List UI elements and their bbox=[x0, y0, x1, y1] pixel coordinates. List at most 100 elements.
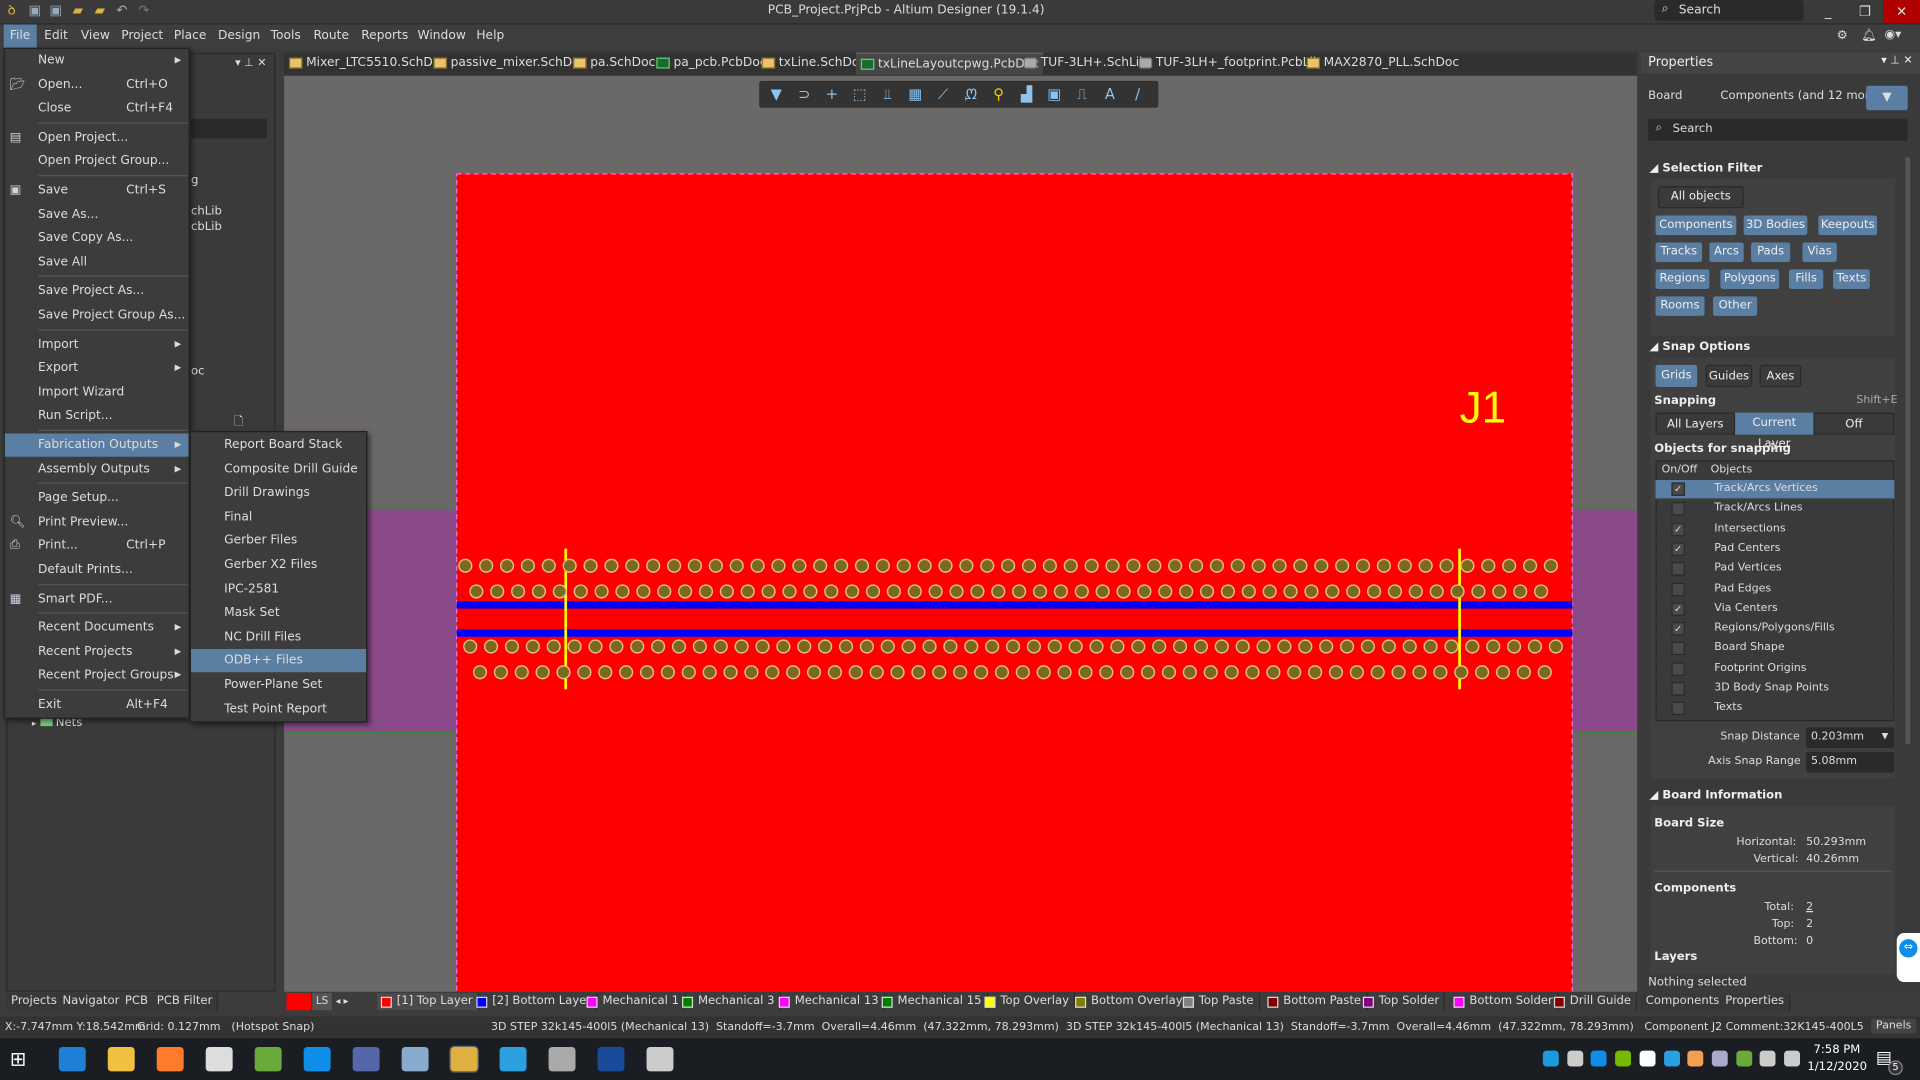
pad[interactable] bbox=[660, 665, 676, 680]
pad[interactable] bbox=[678, 584, 693, 599]
tab-projects[interactable]: Projects bbox=[6, 993, 64, 1012]
pad[interactable] bbox=[765, 665, 780, 680]
pad[interactable] bbox=[865, 584, 881, 599]
snap-object-row[interactable]: Pad Vertices bbox=[1655, 560, 1895, 580]
pad[interactable] bbox=[782, 584, 797, 599]
layer-tab[interactable]: Mechanical 3 bbox=[678, 993, 781, 1011]
nvidia-icon[interactable] bbox=[1615, 1050, 1632, 1067]
edge-icon[interactable] bbox=[58, 1046, 86, 1072]
pad[interactable] bbox=[1444, 639, 1459, 654]
pad[interactable] bbox=[577, 665, 592, 680]
filter-chip-vias[interactable]: Vias bbox=[1802, 242, 1837, 263]
pad[interactable] bbox=[1251, 558, 1266, 573]
tab-navigator[interactable]: Navigator bbox=[57, 993, 126, 1012]
teamviewer-icon[interactable] bbox=[303, 1046, 331, 1072]
selection-filter-title[interactable]: ◢ Selection Filter bbox=[1649, 162, 1762, 175]
layer-tab[interactable]: Top Overlay bbox=[981, 993, 1076, 1011]
layer-tab[interactable]: Drill Guide bbox=[1550, 993, 1638, 1011]
telegram-icon[interactable] bbox=[499, 1046, 527, 1072]
pad[interactable] bbox=[594, 584, 609, 599]
file-menu-item[interactable]: Default Prints... bbox=[5, 558, 189, 581]
pad[interactable] bbox=[1266, 665, 1281, 680]
pad[interactable] bbox=[1140, 665, 1156, 680]
pad[interactable] bbox=[985, 639, 1000, 654]
pad[interactable] bbox=[619, 665, 634, 680]
snap-object-row[interactable]: ✓ Intersections bbox=[1655, 520, 1895, 540]
pad[interactable] bbox=[1387, 584, 1403, 599]
pad[interactable] bbox=[1015, 665, 1030, 680]
pad[interactable] bbox=[1012, 584, 1027, 599]
snap-checkbox[interactable] bbox=[1671, 662, 1685, 676]
pad[interactable] bbox=[1084, 558, 1099, 573]
pad[interactable] bbox=[499, 558, 515, 573]
pad[interactable] bbox=[886, 584, 901, 599]
snap-object-row[interactable]: Texts bbox=[1655, 700, 1895, 720]
pad[interactable] bbox=[1203, 665, 1218, 680]
pad[interactable] bbox=[651, 639, 666, 654]
utorrent-icon[interactable] bbox=[254, 1046, 282, 1072]
pad[interactable] bbox=[1172, 639, 1188, 654]
properties-scrollbar[interactable] bbox=[1905, 156, 1911, 745]
layer-set-button[interactable]: LS bbox=[312, 993, 332, 1011]
pad[interactable] bbox=[827, 665, 843, 680]
notepad-icon[interactable] bbox=[401, 1046, 429, 1072]
pad[interactable] bbox=[896, 558, 911, 573]
pad[interactable] bbox=[1105, 558, 1120, 573]
pad[interactable] bbox=[1486, 639, 1501, 654]
panels-button[interactable]: Panels bbox=[1871, 1018, 1917, 1034]
menu-reports[interactable]: Reports bbox=[356, 28, 413, 44]
pad[interactable] bbox=[692, 639, 707, 654]
interactive-snap-icon[interactable]: ⊃ bbox=[794, 84, 814, 104]
pad[interactable] bbox=[1495, 665, 1511, 680]
pad[interactable] bbox=[708, 558, 723, 573]
pad[interactable] bbox=[1465, 639, 1480, 654]
filter-chip-tracks[interactable]: Tracks bbox=[1655, 242, 1703, 263]
pad[interactable] bbox=[625, 558, 640, 573]
menu-file[interactable]: File bbox=[3, 24, 37, 49]
cross-icon[interactable]: + bbox=[822, 84, 842, 104]
file-menu-item[interactable]: Save As... bbox=[5, 203, 189, 226]
weather-icon[interactable] bbox=[1687, 1050, 1704, 1067]
layer-tab[interactable]: Top Solder bbox=[1359, 993, 1446, 1011]
snapping-option[interactable]: Current Layer bbox=[1735, 412, 1814, 451]
pad[interactable] bbox=[1460, 558, 1475, 573]
gear-icon[interactable]: ⚙ bbox=[1837, 29, 1848, 42]
board-info-title[interactable]: ◢ Board Information bbox=[1649, 789, 1782, 802]
pad[interactable] bbox=[797, 639, 812, 654]
snap-checkbox[interactable]: ✓ bbox=[1671, 482, 1685, 496]
fab-menu-item[interactable]: NC Drill Files bbox=[191, 625, 366, 648]
pad[interactable] bbox=[938, 558, 953, 573]
file-menu-item[interactable]: Recent Projects ▶ bbox=[5, 640, 189, 663]
pad[interactable] bbox=[1068, 639, 1083, 654]
snap-checkbox[interactable]: ✓ bbox=[1671, 522, 1685, 536]
pad[interactable] bbox=[562, 558, 577, 573]
designator-label[interactable]: J1 bbox=[1460, 383, 1507, 432]
snapping-option[interactable]: Off bbox=[1813, 412, 1895, 435]
pad[interactable] bbox=[1241, 584, 1256, 599]
fab-menu-item[interactable]: ODB++ Files bbox=[191, 649, 367, 673]
pad[interactable] bbox=[1516, 665, 1531, 680]
doc-tab[interactable]: pa.SchDoc bbox=[568, 53, 660, 75]
snap-mode-grids[interactable]: Grids bbox=[1655, 364, 1698, 387]
fab-menu-item[interactable]: IPC-2581 bbox=[191, 577, 366, 600]
fab-menu-item[interactable]: Power-Plane Set bbox=[191, 673, 366, 696]
pad[interactable] bbox=[1471, 584, 1486, 599]
pad[interactable] bbox=[1026, 639, 1042, 654]
pad[interactable] bbox=[755, 639, 770, 654]
file-menu-item[interactable]: Run Script... bbox=[5, 405, 189, 428]
filter-chip-keepouts[interactable]: Keepouts bbox=[1818, 215, 1878, 236]
pad[interactable] bbox=[1224, 665, 1239, 680]
pad[interactable] bbox=[1147, 558, 1162, 573]
route-icon[interactable]: ⟋ bbox=[933, 84, 953, 104]
awr-icon[interactable] bbox=[597, 1046, 625, 1072]
file-menu-item[interactable]: ▣ Save Ctrl+S bbox=[5, 179, 189, 202]
snap-mode-guides[interactable]: Guides bbox=[1705, 364, 1753, 387]
pad[interactable] bbox=[959, 558, 974, 573]
pad[interactable] bbox=[1036, 665, 1051, 680]
pad[interactable] bbox=[598, 665, 613, 680]
pad[interactable] bbox=[854, 558, 870, 573]
pad[interactable] bbox=[848, 665, 863, 680]
chrome-icon[interactable] bbox=[205, 1046, 233, 1072]
pad[interactable] bbox=[1099, 665, 1114, 680]
layer-tab[interactable]: Top Paste bbox=[1179, 993, 1260, 1011]
